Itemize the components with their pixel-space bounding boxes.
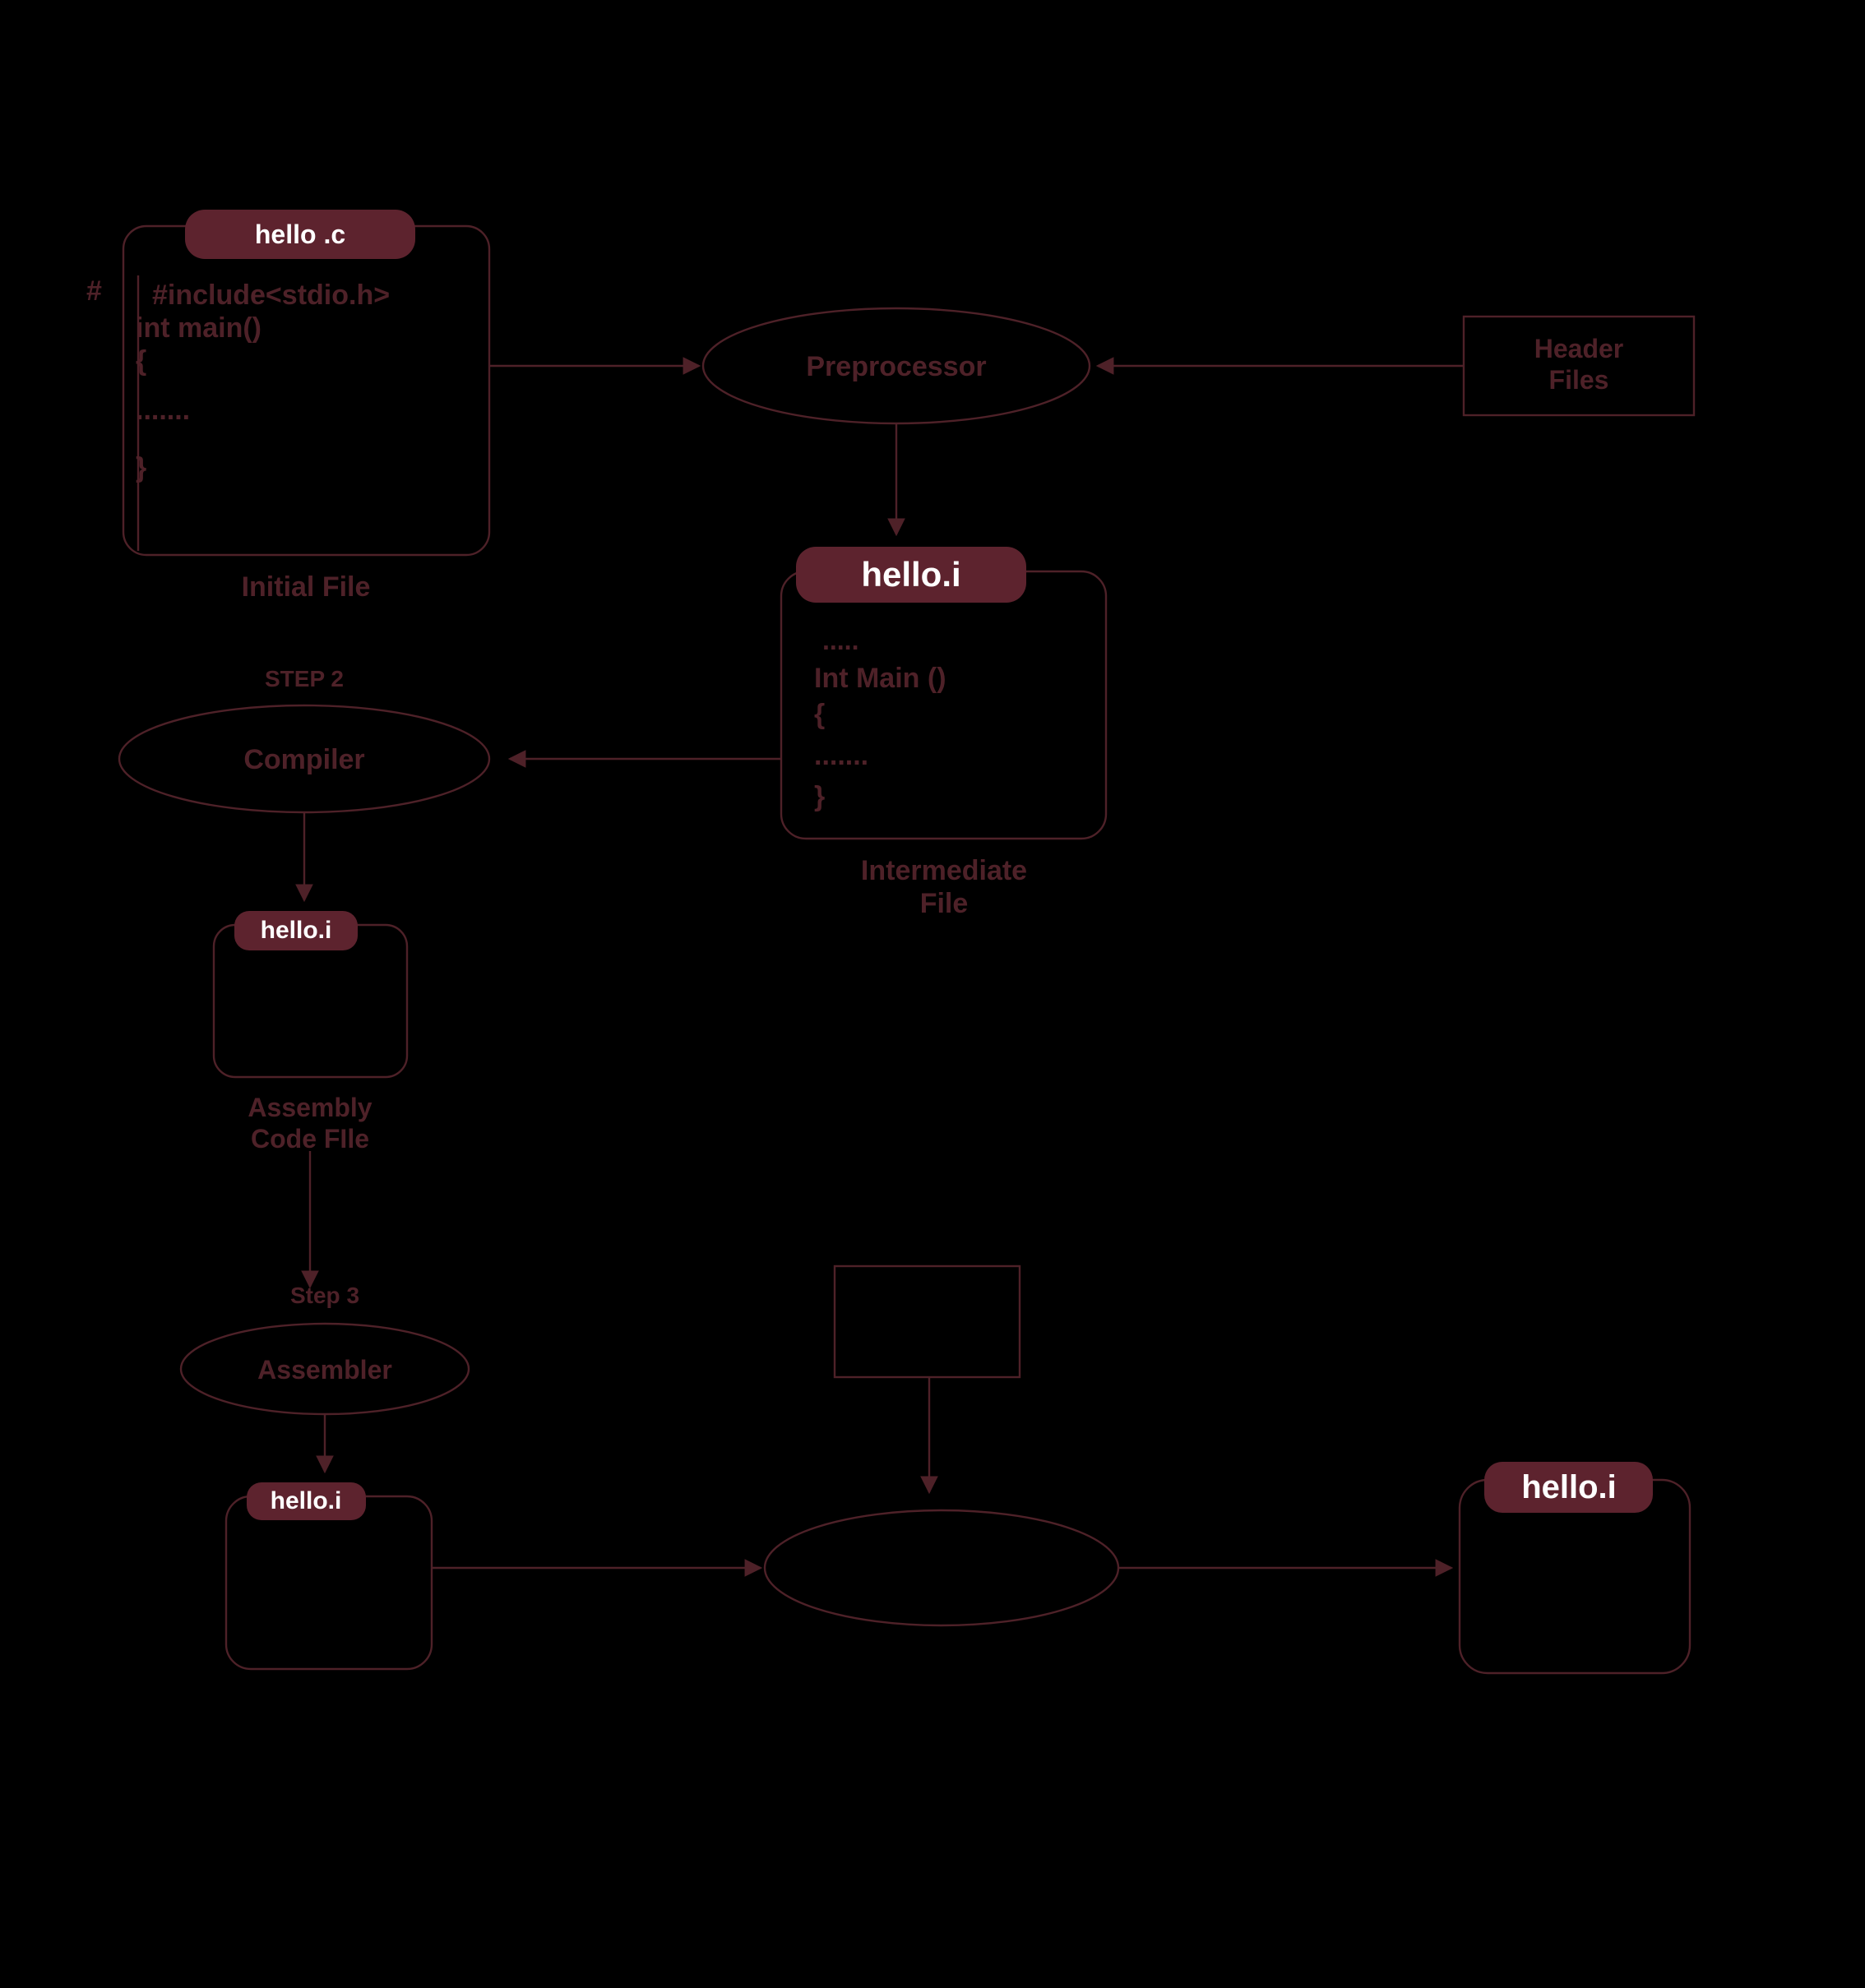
code-line: ..... — [822, 626, 858, 655]
hash-mark: # — [86, 275, 102, 307]
initial-file-chip: hello .c — [255, 220, 345, 249]
code-line: ....... — [814, 740, 868, 771]
assembly-file-box: hello.i Assembly Code FIle — [214, 911, 407, 1154]
preprocessor-node: Preprocessor — [703, 308, 1090, 423]
object-file-box: hello.i — [226, 1482, 432, 1669]
code-line: ....... — [136, 395, 190, 426]
code-line: } — [814, 781, 825, 812]
header-files-line1: Header — [1534, 334, 1624, 363]
header-files-box: Header Files — [1464, 317, 1694, 415]
linker-node — [765, 1510, 1118, 1625]
code-line: Int Main () — [814, 663, 946, 694]
object-chip: hello.i — [271, 1487, 342, 1514]
assembler-label: Assembler — [257, 1355, 392, 1385]
final-file-box: hello.i — [1460, 1462, 1690, 1673]
compiler-label: Compiler — [243, 744, 364, 775]
code-line: #include<stdio.h> — [152, 280, 390, 311]
step-label: STEP 2 — [265, 666, 344, 691]
code-line: { — [814, 699, 825, 730]
assembly-chip: hello.i — [261, 917, 332, 944]
intermediate-caption-1: Intermediate — [861, 855, 1027, 886]
initial-file-caption: Initial File — [242, 571, 371, 603]
compilation-flow-diagram: hello .c #include<stdio.h> int main() { … — [0, 0, 1865, 1988]
assembly-caption-1: Assembly — [248, 1093, 372, 1122]
assembler-node: Step 3 Assembler — [181, 1283, 469, 1414]
intermediate-chip: hello.i — [861, 555, 960, 594]
code-line: int main() — [136, 312, 261, 344]
intermediate-file-box: hello.i ..... Int Main () { ....... } In… — [781, 547, 1106, 919]
step-label: Step 3 — [290, 1283, 359, 1308]
library-box — [835, 1266, 1020, 1377]
header-files-line2: Files — [1549, 365, 1609, 395]
final-chip: hello.i — [1521, 1469, 1617, 1505]
assembly-caption-2: Code FIle — [251, 1124, 369, 1154]
intermediate-caption-2: File — [920, 888, 969, 919]
compiler-node: STEP 2 Compiler — [119, 666, 489, 812]
initial-file-box: hello .c #include<stdio.h> int main() { … — [123, 210, 489, 603]
preprocessor-label: Preprocessor — [806, 351, 986, 382]
